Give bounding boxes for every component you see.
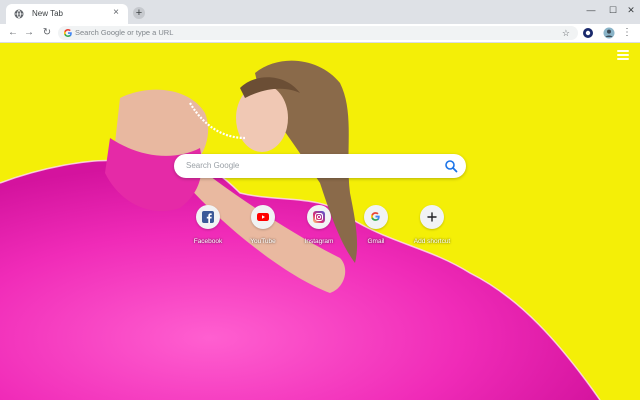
close-window-button[interactable]: ✕	[624, 4, 638, 16]
back-button[interactable]: ←	[6, 26, 20, 40]
shortcut-label: YouTube	[250, 238, 276, 245]
instagram-icon	[313, 211, 325, 223]
shortcut-label: Add shortcut	[413, 238, 451, 245]
maximize-button[interactable]: ☐	[606, 4, 620, 16]
facebook-icon	[202, 211, 214, 223]
shortcut-tile	[420, 205, 444, 229]
shortcut-tile	[307, 205, 331, 229]
profile-avatar[interactable]	[603, 27, 615, 39]
customize-menu-icon[interactable]	[617, 50, 629, 60]
shortcut-tile	[196, 205, 220, 229]
shortcut-label: Facebook	[193, 238, 223, 245]
omnibox-placeholder: Search Google or type a URL	[75, 28, 174, 37]
extension-icon[interactable]	[582, 27, 594, 39]
shortcut-label: Instagram	[304, 238, 334, 245]
minimize-button[interactable]: —	[584, 4, 598, 16]
google-icon	[64, 29, 72, 37]
forward-button[interactable]: →	[22, 26, 36, 40]
google-icon	[371, 212, 380, 221]
shortcut-tile	[251, 205, 275, 229]
shortcut-label: Gmail	[367, 238, 385, 245]
tab-close-icon[interactable]: ×	[110, 7, 122, 19]
search-box[interactable]: Search Google	[174, 154, 466, 178]
youtube-icon	[257, 213, 269, 221]
new-tab-button[interactable]: +	[133, 7, 145, 19]
search-placeholder: Search Google	[186, 161, 240, 170]
shortcut-youtube[interactable]: YouTube	[233, 205, 293, 249]
shortcut-tile	[364, 205, 388, 229]
globe-icon	[14, 9, 24, 19]
plus-icon	[427, 212, 437, 222]
browser-menu-icon[interactable]: ⋮	[620, 26, 634, 40]
omnibox[interactable]: Search Google or type a URL ☆	[58, 26, 578, 40]
tab-strip: New Tab × + — ☐ ✕	[0, 0, 640, 24]
bookmark-star-icon[interactable]: ☆	[562, 27, 570, 39]
shortcut-add[interactable]: Add shortcut	[402, 205, 462, 249]
tab-new-tab[interactable]: New Tab ×	[6, 4, 128, 24]
new-tab-page: Search Google Facebook YouTube Instagram…	[0, 43, 640, 400]
shortcut-instagram[interactable]: Instagram	[289, 205, 349, 249]
reload-button[interactable]: ↻	[40, 26, 54, 40]
browser-toolbar: ← → ↻ Search Google or type a URL ☆ ⋮	[0, 24, 640, 43]
tab-title: New Tab	[32, 9, 63, 18]
shortcut-facebook[interactable]: Facebook	[178, 205, 238, 249]
shortcut-gmail[interactable]: Gmail	[346, 205, 406, 249]
search-icon[interactable]	[444, 159, 458, 173]
